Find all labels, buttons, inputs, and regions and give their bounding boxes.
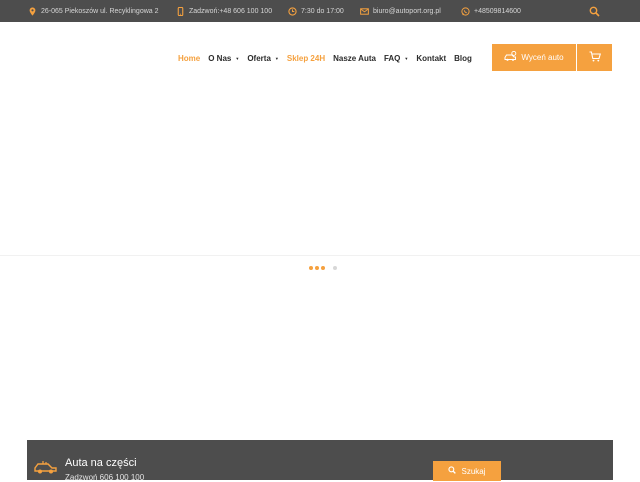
nav-item-sklep-24h[interactable]: Sklep 24H: [287, 54, 325, 63]
email-info[interactable]: biuro@autoport.org.pl: [360, 0, 441, 22]
mail-icon: [360, 7, 369, 16]
search-icon[interactable]: [589, 6, 600, 17]
nav-item-home[interactable]: Home: [178, 54, 200, 63]
whatsapp-text[interactable]: +48509814600: [474, 8, 521, 15]
address-text: 26-065 Piekoszów ul. Recyklingowa 2: [41, 7, 159, 15]
location-icon: [28, 6, 37, 16]
email-text[interactable]: biuro@autoport.org.pl: [373, 8, 441, 15]
search-button-label: Szukaj: [461, 466, 486, 476]
hours-text: 7:30 do 17:00: [301, 7, 344, 15]
section-title: Auta na części: [65, 457, 137, 469]
section-subtitle: Zadzwoń 606 100 100: [65, 473, 145, 482]
phone-info[interactable]: Zadzwoń:+48 606 100 100: [176, 0, 272, 22]
nav-item-label: Blog: [454, 53, 472, 63]
parts-search-bar: Auta na części Zadzwoń 606 100 100 Szuka…: [27, 440, 613, 482]
chevron-down-icon: ▼: [235, 55, 240, 61]
top-info-bar: 26-065 Piekoszów ul. Recyklingowa 2 Zadz…: [0, 0, 640, 22]
nav-item-label: Oferta: [247, 53, 271, 63]
valuation-button-label: Wyceń auto: [521, 53, 564, 62]
nav-item-label: Kontakt: [416, 53, 447, 63]
loading-indicator: [309, 266, 339, 270]
nav-item-label: FAQ: [383, 53, 401, 63]
loading-dot: [321, 266, 325, 270]
loading-dot: [315, 266, 319, 270]
whatsapp-icon: [461, 6, 470, 16]
search-icon: [448, 466, 461, 476]
car-parts-icon: [34, 460, 58, 474]
address-info: 26-065 Piekoszów ul. Recyklingowa 2: [28, 0, 159, 22]
nav-item-label: Nasze Auta: [333, 53, 376, 63]
nav-item-label: Home: [178, 53, 201, 63]
divider: [0, 255, 640, 256]
phone-text[interactable]: Zadzwoń:+48 606 100 100: [189, 8, 272, 15]
chevron-down-icon: ▼: [274, 55, 279, 61]
chevron-down-icon: ▼: [404, 55, 409, 61]
nav-item-kontakt[interactable]: Kontakt: [416, 54, 446, 63]
nav-item-o-nas[interactable]: O Nas ▼: [208, 54, 239, 63]
phone-icon: [176, 6, 185, 16]
valuation-button[interactable]: Wyceń auto: [492, 44, 576, 71]
search-button[interactable]: Szukaj: [433, 461, 501, 481]
nav-item-oferta[interactable]: Oferta ▼: [247, 54, 279, 63]
cart-button[interactable]: [577, 44, 612, 71]
nav-item-label: O Nas: [208, 53, 232, 63]
whatsapp-info[interactable]: +48509814600: [461, 0, 521, 22]
loading-dot: [309, 266, 313, 270]
nav-item-nasze-auta[interactable]: Nasze Auta: [333, 54, 376, 63]
nav-item-blog[interactable]: Blog: [454, 54, 472, 63]
nav-item-faq[interactable]: FAQ ▼: [384, 54, 408, 63]
hero-slider: [0, 86, 640, 440]
cart-icon: [589, 49, 601, 67]
car-tag-icon: [504, 50, 521, 64]
hours-info: 7:30 do 17:00: [288, 0, 344, 22]
loading-dot: [333, 266, 337, 270]
nav-item-label: Sklep 24H: [286, 53, 326, 63]
clock-icon: [288, 6, 297, 16]
main-nav: Home O Nas ▼ Oferta ▼ Sklep 24H Nasze Auta…: [178, 22, 480, 94]
